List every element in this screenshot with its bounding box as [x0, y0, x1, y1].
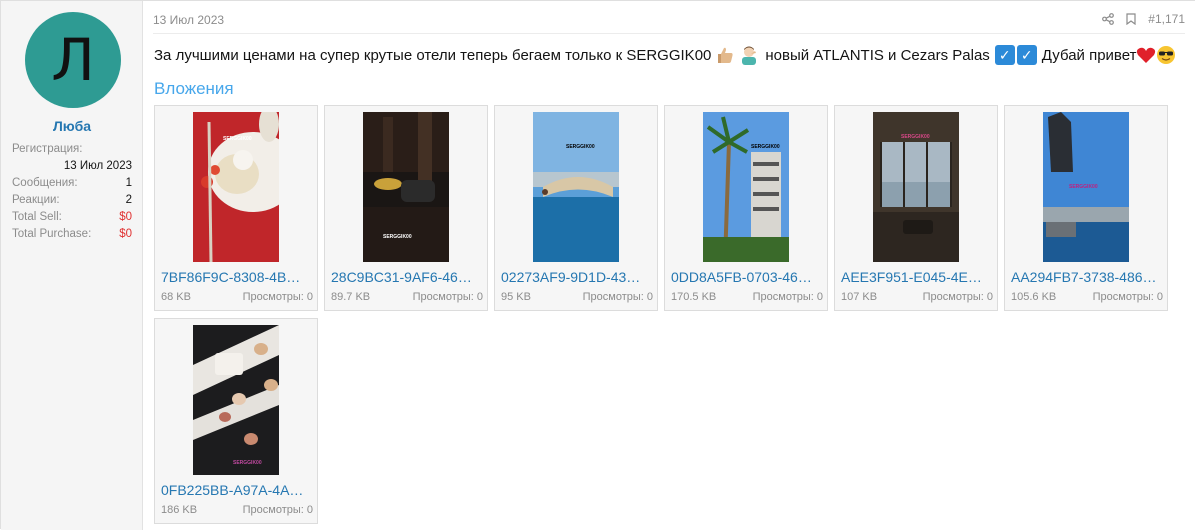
attachment-size: 89.7 KB — [331, 291, 371, 303]
thumbs-up-emoji-icon — [715, 45, 735, 65]
attachment-filename-link[interactable]: 0FB225BB-A97A-4A… — [161, 482, 313, 498]
red-heart-emoji-icon — [1136, 45, 1156, 65]
attachment-filename-link[interactable]: 7BF86F9C-8308-4B… — [161, 269, 313, 285]
message-post: Л Люба Регистрация: 13 Июл 2023 Сообщени… — [0, 0, 1195, 530]
attachment-thumbnail[interactable]: SERGGIK00 — [873, 112, 959, 262]
messages-label: Сообщения: — [12, 177, 78, 189]
attachment-views: Просмотры: 0 — [412, 291, 483, 303]
attachment-filename-link[interactable]: AA294FB7-3738-486… — [1011, 269, 1163, 285]
attachment-size: 68 KB — [161, 291, 191, 303]
attachment-views: Просмотры: 0 — [752, 291, 823, 303]
reactions-label: Реакции: — [12, 194, 60, 206]
total-purchase-label: Total Purchase: — [12, 228, 92, 240]
watermark-text: SERGGIK00 — [1069, 184, 1098, 190]
total-purchase-value: $0 — [119, 228, 132, 240]
bookmark-icon[interactable] — [1126, 13, 1136, 25]
user-stats: Регистрация: 13 Июл 2023 Сообщения: 1 Реа… — [12, 141, 132, 243]
attachment-tile[interactable]: SERGGIK00 02273AF9-9D1D-43… 95 KB Просмо… — [494, 105, 658, 311]
post-main: 13 Июл 2023 #1,171 За лучшими ценами на … — [144, 1, 1195, 530]
attachment-views: Просмотры: 0 — [582, 291, 653, 303]
post-number[interactable]: #1,171 — [1148, 12, 1185, 26]
sunglasses-face-emoji-icon — [1156, 45, 1176, 65]
attachment-views: Просмотры: 0 — [922, 291, 993, 303]
watermark-text: SERGGIK00 — [233, 460, 262, 466]
messages-value: 1 — [125, 177, 132, 189]
attachment-thumbnail[interactable]: SERGGIK00 — [533, 112, 619, 262]
check-mark-icon: ✓ — [1016, 45, 1037, 65]
attachment-thumbnail[interactable]: SERGGIK00 — [193, 325, 279, 475]
attachment-meta: 105.6 KB Просмотры: 0 — [1011, 291, 1163, 303]
post-date[interactable]: 13 Июл 2023 — [153, 13, 224, 27]
username-link[interactable]: Люба — [1, 118, 143, 134]
check-mark-icon: ✓ — [994, 45, 1015, 65]
attachment-size: 107 KB — [841, 291, 878, 303]
attachment-views: Просмотры: 0 — [1092, 291, 1163, 303]
person-facepalm-emoji-icon — [739, 45, 759, 65]
message-text-3: Дубай привет — [1041, 46, 1137, 64]
share-icon[interactable] — [1102, 13, 1115, 25]
total-sell-value: $0 — [119, 211, 132, 223]
attachment-tile[interactable]: SERGGIK00 0DD8A5FB-0703-46… 170.5 KB Про… — [664, 105, 828, 311]
post-header: 13 Июл 2023 #1,171 — [153, 12, 1185, 34]
attachment-tile[interactable]: SERGGIK00 AA294FB7-3738-486… 105.6 KB Пр… — [1004, 105, 1168, 311]
attachment-meta: 186 KB Просмотры: 0 — [161, 504, 313, 516]
post-message: За лучшими ценами на супер крутые отели … — [154, 45, 1176, 65]
attachment-tile[interactable]: SERGGIK00 AEE3F951-E045-4E… 107 KB Просм… — [834, 105, 998, 311]
attachment-thumbnail[interactable]: SERGGIK00 — [703, 112, 789, 262]
attachment-tile[interactable]: SERGGIK00 0FB225BB-A97A-4A… 186 KB Просм… — [154, 318, 318, 524]
watermark-text: SERGGIK00 — [223, 136, 252, 142]
attachment-filename-link[interactable]: 02273AF9-9D1D-43… — [501, 269, 653, 285]
watermark-text: SERGGIK00 — [901, 134, 930, 140]
total-sell-label: Total Sell: — [12, 211, 62, 223]
attachment-filename-link[interactable]: AEE3F951-E045-4E… — [841, 269, 993, 285]
attachment-size: 105.6 KB — [1011, 291, 1057, 303]
attachment-meta: 89.7 KB Просмотры: 0 — [331, 291, 483, 303]
attachment-size: 186 KB — [161, 504, 198, 516]
attachment-meta: 170.5 KB Просмотры: 0 — [671, 291, 823, 303]
registration-label: Регистрация: — [12, 143, 83, 155]
attachment-size: 95 KB — [501, 291, 531, 303]
watermark-text: SERGGIK00 — [751, 144, 780, 150]
message-text-2: новый ATLANTIS и Cezars Palas — [765, 46, 990, 64]
registration-date: 13 Июл 2023 — [63, 160, 132, 172]
attachment-size: 170.5 KB — [671, 291, 717, 303]
user-sidebar: Л Люба Регистрация: 13 Июл 2023 Сообщени… — [1, 1, 143, 530]
attachment-filename-link[interactable]: 0DD8A5FB-0703-46… — [671, 269, 823, 285]
attachment-views: Просмотры: 0 — [242, 504, 313, 516]
reactions-value: 2 — [125, 194, 132, 206]
post-tools: #1,171 — [1102, 12, 1185, 26]
attachment-tile[interactable]: SERGGIK00 28C9BC31-9AF6-46… 89.7 KB Прос… — [324, 105, 488, 311]
watermark-text: SERGGIK00 — [566, 144, 595, 150]
attachment-thumbnail[interactable]: SERGGIK00 — [1043, 112, 1129, 262]
watermark-text: SERGGIK00 — [383, 234, 412, 240]
attachment-tile[interactable]: SERGGIK00 7BF86F9C-8308-4B… 68 KB Просмо… — [154, 105, 318, 311]
message-text-1: За лучшими ценами на супер крутые отели … — [154, 46, 712, 64]
attachment-meta: 95 KB Просмотры: 0 — [501, 291, 653, 303]
attachment-meta: 68 KB Просмотры: 0 — [161, 291, 313, 303]
attachment-thumbnail[interactable]: SERGGIK00 — [363, 112, 449, 262]
avatar[interactable]: Л — [25, 12, 121, 108]
attachment-filename-link[interactable]: 28C9BC31-9AF6-46… — [331, 269, 483, 285]
attachments-title: Вложения — [154, 79, 234, 98]
attachment-views: Просмотры: 0 — [242, 291, 313, 303]
attachment-meta: 107 KB Просмотры: 0 — [841, 291, 993, 303]
attachment-thumbnail[interactable]: SERGGIK00 — [193, 112, 279, 262]
